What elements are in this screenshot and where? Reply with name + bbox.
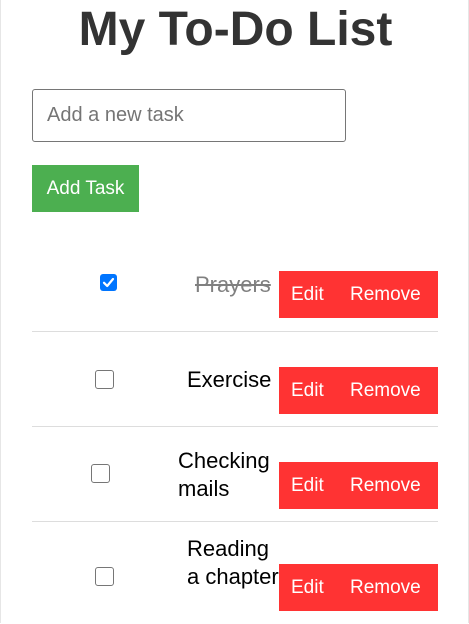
task-actions: Edit Remove bbox=[279, 271, 438, 318]
page-title: My To-Do List bbox=[78, 3, 393, 56]
task-label: Reading a chapter bbox=[187, 536, 279, 589]
task-actions: Edit Remove bbox=[279, 462, 438, 509]
checkmark-icon bbox=[102, 277, 115, 288]
task-item: Prayers Edit Remove bbox=[32, 237, 438, 332]
edit-button[interactable]: Edit bbox=[291, 367, 324, 414]
task-item: Reading a chapter Edit Remove bbox=[32, 522, 438, 624]
task-checkbox[interactable] bbox=[95, 567, 114, 586]
task-checkbox[interactable] bbox=[95, 370, 114, 389]
edit-button[interactable]: Edit bbox=[291, 462, 324, 509]
task-checkbox[interactable] bbox=[100, 274, 117, 291]
remove-button[interactable]: Remove bbox=[350, 564, 421, 611]
remove-button[interactable]: Remove bbox=[350, 367, 421, 414]
task-list: Prayers Edit Remove Exercise Edit Remove… bbox=[32, 237, 438, 624]
task-checkbox[interactable] bbox=[91, 464, 110, 483]
task-actions: Edit Remove bbox=[279, 564, 438, 611]
task-label: Checking mails bbox=[178, 448, 270, 501]
add-task-button[interactable]: Add Task bbox=[32, 165, 139, 212]
remove-button[interactable]: Remove bbox=[350, 271, 421, 318]
task-label: Exercise bbox=[187, 367, 272, 392]
edit-button[interactable]: Edit bbox=[291, 271, 324, 318]
remove-button[interactable]: Remove bbox=[350, 462, 421, 509]
task-label: Prayers bbox=[195, 272, 271, 297]
edit-button[interactable]: Edit bbox=[291, 564, 324, 611]
task-actions: Edit Remove bbox=[279, 367, 438, 414]
task-item: Checking mails Edit Remove bbox=[32, 427, 438, 522]
task-item: Exercise Edit Remove bbox=[32, 332, 438, 427]
new-task-input[interactable] bbox=[32, 89, 346, 142]
app-container: My To-Do List Add Task Prayers Edit Remo… bbox=[0, 0, 469, 623]
